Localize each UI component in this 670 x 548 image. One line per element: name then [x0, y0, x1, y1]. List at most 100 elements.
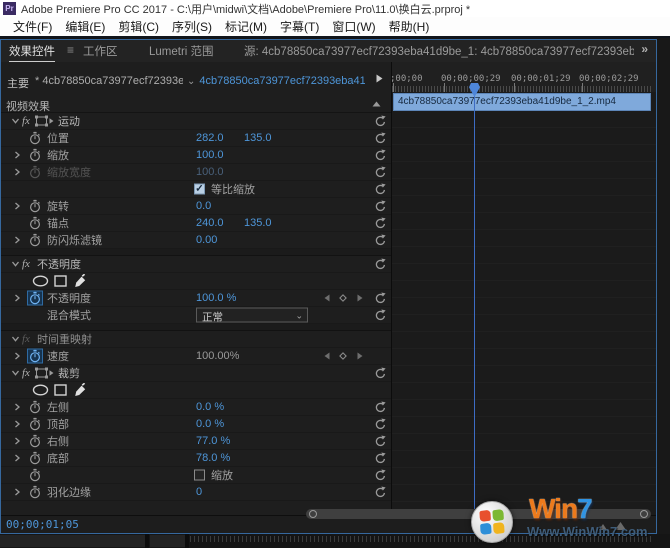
fx-toggle-badge[interactable]: fx: [22, 258, 30, 270]
stopwatch-toggle-icon[interactable]: [29, 199, 41, 213]
reset-param-icon[interactable]: [374, 309, 387, 322]
param-value[interactable]: 0: [196, 486, 242, 498]
keyframe-next-icon[interactable]: [357, 294, 363, 302]
reset-param-icon[interactable]: [374, 469, 387, 482]
expand-param-icon[interactable]: [13, 294, 21, 303]
param-value[interactable]: 0.00: [196, 234, 242, 246]
panel-menu-icon[interactable]: ≡: [67, 43, 74, 57]
stopwatch-toggle-icon[interactable]: [27, 348, 43, 364]
stopwatch-toggle-icon[interactable]: [29, 400, 41, 414]
mask-rect-icon[interactable]: [54, 384, 67, 396]
mask-rect-icon[interactable]: [54, 275, 67, 287]
keyframe-next-icon[interactable]: [357, 352, 363, 360]
fx-toggle-badge[interactable]: fx: [22, 115, 30, 127]
stopwatch-toggle-icon[interactable]: [29, 434, 41, 448]
fx-toggle-badge[interactable]: fx: [22, 367, 30, 379]
keyframe-prev-icon[interactable]: [324, 294, 330, 302]
reset-param-icon[interactable]: [374, 452, 387, 465]
keyframe-prev-icon[interactable]: [324, 352, 330, 360]
twirl-open-icon[interactable]: [11, 117, 20, 126]
effects-mini-timeline[interactable]: ;00;00 00;00;00;29 00;00;01;29 00;00;02;29 …: [391, 62, 656, 516]
tab-effect-controls[interactable]: 效果控件: [9, 43, 55, 62]
reset-param-icon[interactable]: [374, 401, 387, 414]
stopwatch-toggle-icon[interactable]: [29, 468, 41, 482]
stopwatch-toggle-icon[interactable]: [29, 451, 41, 465]
reset-param-icon[interactable]: [374, 418, 387, 431]
param-value[interactable]: 240.0: [196, 217, 242, 229]
expand-param-icon[interactable]: [13, 151, 21, 160]
tab-lumetri-scopes[interactable]: Lumetri 范围: [149, 43, 214, 59]
keyframe-add-icon[interactable]: [339, 294, 347, 302]
blend-mode-dropdown[interactable]: 正常 ⌄: [196, 307, 308, 324]
tab-overflow-icon[interactable]: »: [641, 42, 648, 56]
timeline-ruler[interactable]: ;00;00 00;00;00;29 00;00;01;29 00;00;02;29: [392, 62, 656, 92]
menu-item-3[interactable]: 序列(S): [172, 18, 212, 35]
stopwatch-toggle-icon[interactable]: [29, 233, 41, 247]
param-value[interactable]: 100.00%: [196, 350, 242, 362]
zoom-in-mountain-icon[interactable]: [615, 522, 626, 530]
twirl-open-icon[interactable]: [11, 369, 20, 378]
navigator-right-knob[interactable]: [640, 510, 648, 518]
reset-param-icon[interactable]: [374, 435, 387, 448]
menu-item-2[interactable]: 剪辑(C): [118, 18, 159, 35]
param-value[interactable]: 0.0 %: [196, 418, 242, 430]
menu-item-6[interactable]: 窗口(W): [332, 18, 375, 35]
param-value[interactable]: 78.0 %: [196, 452, 242, 464]
current-timecode[interactable]: 00;00;01;05: [6, 518, 79, 531]
navigator-left-knob[interactable]: [309, 510, 317, 518]
menu-item-5[interactable]: 字幕(T): [280, 18, 319, 35]
reset-param-icon[interactable]: [374, 132, 387, 145]
mask-ellipse-icon[interactable]: [32, 384, 49, 396]
clip-selector-dropdown[interactable]: ⌄4cb78850ca73977ecf72393eba41d9...: [187, 75, 365, 87]
param-value[interactable]: 0.0: [196, 200, 242, 212]
menu-item-4[interactable]: 标记(M): [225, 18, 267, 35]
stopwatch-toggle-icon[interactable]: [29, 485, 41, 499]
expand-param-icon[interactable]: [13, 168, 21, 177]
reset-effect-icon[interactable]: [374, 367, 387, 380]
stopwatch-toggle-icon[interactable]: [29, 165, 41, 179]
expand-param-icon[interactable]: [13, 202, 21, 211]
zoom-out-mountain-icon[interactable]: [599, 524, 607, 530]
timeline-clip[interactable]: 4cb78850ca73977ecf72393eba41d9be_1_2.mp4: [393, 93, 651, 111]
param-checkbox[interactable]: ✓: [194, 183, 205, 195]
param-value[interactable]: 0.0 %: [196, 401, 242, 413]
reset-param-icon[interactable]: [374, 183, 387, 196]
stopwatch-toggle-icon[interactable]: [29, 216, 41, 230]
reset-effect-icon[interactable]: [374, 258, 387, 271]
twirl-open-icon[interactable]: [11, 260, 20, 269]
reset-effect-icon[interactable]: [374, 115, 387, 128]
param-value[interactable]: 135.0: [244, 132, 290, 144]
expand-param-icon[interactable]: [13, 403, 21, 412]
mask-pen-icon[interactable]: [73, 273, 88, 288]
stopwatch-toggle-icon[interactable]: [29, 131, 41, 145]
video-effects-category[interactable]: 视频效果: [1, 96, 391, 113]
param-checkbox[interactable]: [194, 469, 205, 481]
keyframe-add-icon[interactable]: [339, 352, 347, 360]
reset-param-icon[interactable]: [374, 200, 387, 213]
mask-pen-icon[interactable]: [73, 382, 88, 397]
param-value[interactable]: 100.0: [196, 149, 242, 161]
param-value[interactable]: 135.0: [244, 217, 290, 229]
tab-source-monitor[interactable]: 源: 4cb78850ca73977ecf72393eba41d9be_1: 4…: [244, 43, 634, 59]
reset-param-icon[interactable]: [374, 166, 387, 179]
stopwatch-toggle-icon[interactable]: [29, 417, 41, 431]
menu-item-1[interactable]: 编辑(E): [65, 18, 105, 35]
reset-param-icon[interactable]: [374, 292, 387, 305]
stopwatch-toggle-icon[interactable]: [27, 290, 43, 306]
expand-param-icon[interactable]: [13, 236, 21, 245]
param-value[interactable]: 77.0 %: [196, 435, 242, 447]
timeline-navigator-scrollbar[interactable]: [306, 509, 651, 519]
expand-param-icon[interactable]: [13, 437, 21, 446]
reset-param-icon[interactable]: [374, 486, 387, 499]
reset-param-icon[interactable]: [374, 217, 387, 230]
menu-item-0[interactable]: 文件(F): [13, 18, 52, 35]
collapse-category-icon[interactable]: [372, 101, 381, 107]
expand-param-icon[interactable]: [13, 352, 21, 361]
twirl-open-icon[interactable]: [11, 335, 20, 344]
param-value[interactable]: 282.0: [196, 132, 242, 144]
reset-param-icon[interactable]: [374, 234, 387, 247]
param-value[interactable]: 100.0 %: [196, 292, 242, 304]
menu-item-7[interactable]: 帮助(H): [389, 18, 430, 35]
mask-ellipse-icon[interactable]: [32, 275, 49, 287]
tab-workspaces[interactable]: 工作区: [83, 43, 118, 59]
